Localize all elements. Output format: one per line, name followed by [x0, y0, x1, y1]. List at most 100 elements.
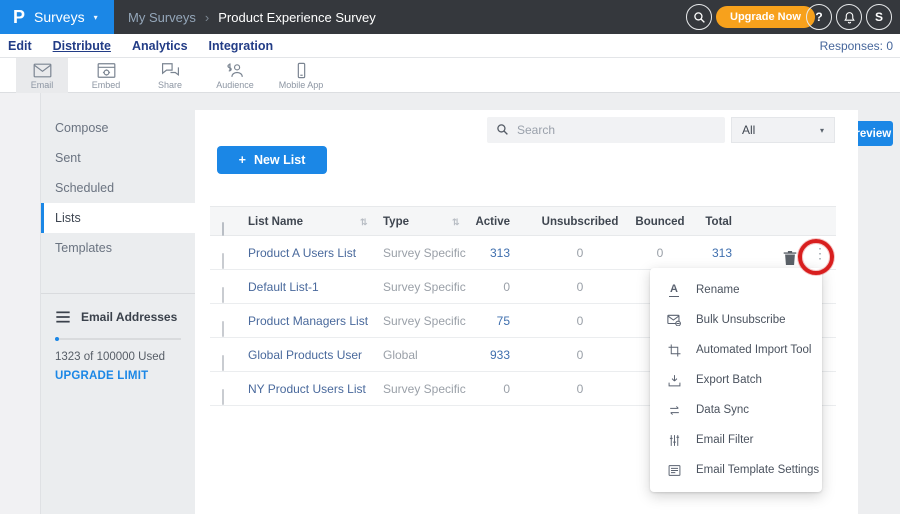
toolbar-tab-share[interactable]: Share	[144, 58, 196, 93]
annotation-red-circle	[798, 239, 834, 275]
unsubscribed-count: 0	[540, 304, 620, 338]
new-list-button[interactable]: + New List	[217, 146, 327, 174]
tab-edit[interactable]: Edit	[8, 39, 32, 53]
share-icon	[161, 62, 180, 79]
col-list-name[interactable]: List Name	[248, 207, 303, 237]
active-count: 0	[430, 372, 510, 406]
toolbar-tab-mobile-app[interactable]: Mobile App	[271, 58, 331, 93]
menu-item-email-filter[interactable]: Email Filter	[650, 425, 822, 455]
email-usage-progress-fill	[55, 337, 59, 341]
tab-distribute[interactable]: Distribute	[53, 39, 111, 53]
email-usage-text: 1323 of 100000 Used	[55, 351, 181, 363]
active-count[interactable]: 933	[430, 338, 510, 372]
col-total: Total	[672, 207, 732, 237]
email-usage-progress	[55, 338, 181, 340]
search-input[interactable]	[487, 117, 725, 143]
col-active: Active	[430, 207, 510, 237]
row-checkbox[interactable]	[222, 355, 224, 371]
menu-item-bulk-unsubscribe[interactable]: Bulk Unsubscribe	[650, 305, 822, 335]
list-name-link[interactable]: Product A Users List	[248, 236, 356, 270]
menu-item-label: Automated Import Tool	[696, 344, 812, 356]
search-button[interactable]	[686, 4, 712, 30]
row-actions-context-menu: A Rename Bulk Unsubscribe Automated Impo…	[650, 268, 822, 492]
col-type[interactable]: Type	[383, 207, 409, 237]
email-addresses-title: Email Addresses	[81, 310, 177, 324]
toolbar-tab-label: Share	[158, 80, 182, 90]
trash-icon	[783, 250, 797, 266]
breadcrumb-my-surveys[interactable]: My Surveys	[128, 10, 196, 25]
sidebar-item-lists[interactable]: Lists	[41, 203, 195, 233]
menu-item-rename[interactable]: A Rename	[650, 275, 822, 305]
total-count: 313	[672, 236, 732, 270]
row-checkbox[interactable]	[222, 287, 224, 303]
sidebar-item-compose[interactable]: Compose	[41, 113, 195, 143]
upgrade-now-button[interactable]: Upgrade Now	[716, 6, 815, 28]
toolbar-tab-label: Mobile App	[279, 80, 324, 90]
unsubscribed-count: 0	[540, 372, 620, 406]
surveys-product-menu[interactable]: P Surveys ▾	[0, 0, 114, 34]
col-unsubscribed: Unsubscribed	[540, 207, 620, 237]
download-icon	[666, 374, 682, 387]
sort-icon[interactable]: ⇅	[360, 207, 368, 237]
mobile-app-icon	[292, 62, 311, 79]
toolbar-tab-audience[interactable]: Audience	[209, 58, 261, 93]
row-checkbox[interactable]	[222, 389, 224, 405]
filter-sliders-icon	[666, 434, 682, 447]
menu-item-label: Email Template Settings	[696, 464, 819, 476]
sidebar-item-scheduled[interactable]: Scheduled	[41, 173, 195, 203]
tab-integration[interactable]: Integration	[209, 39, 274, 53]
select-all-checkbox[interactable]	[222, 222, 224, 236]
notifications-button[interactable]	[836, 4, 862, 30]
table-header: List Name ⇅ Type ⇅ Active Unsubscribed B…	[210, 206, 836, 236]
menu-item-data-sync[interactable]: Data Sync	[650, 395, 822, 425]
search-icon	[693, 11, 706, 24]
bell-icon	[843, 11, 856, 24]
app-window: P Surveys ▾ My Surveys › Product Experie…	[0, 0, 900, 514]
sidebar-item-templates[interactable]: Templates	[41, 233, 195, 263]
help-button[interactable]: ?	[806, 4, 832, 30]
toolbar-tab-label: Embed	[92, 80, 121, 90]
rename-icon: A	[666, 284, 682, 297]
unsubscribed-count: 0	[540, 270, 620, 304]
bulk-unsubscribe-icon	[666, 314, 682, 326]
avatar-initial: S	[875, 10, 883, 24]
questionpro-logo: P	[13, 7, 25, 28]
filter-selected-value: All	[742, 123, 755, 137]
embed-icon	[97, 62, 116, 79]
left-gutter	[0, 93, 41, 514]
menu-item-email-template-settings[interactable]: Email Template Settings	[650, 455, 822, 485]
question-mark-icon: ?	[815, 10, 822, 24]
responses-count[interactable]: Responses: 0	[820, 34, 893, 58]
active-count[interactable]: 75	[430, 304, 510, 338]
survey-nav: Edit Distribute Analytics Integration Re…	[0, 34, 900, 58]
menu-item-label: Email Filter	[696, 434, 754, 446]
user-avatar[interactable]: S	[866, 4, 892, 30]
new-list-label: New List	[254, 153, 305, 167]
list-name-link[interactable]: Global Products User	[248, 338, 362, 372]
menu-item-automated-import-tool[interactable]: Automated Import Tool	[650, 335, 822, 365]
list-name-link[interactable]: Default List-1	[248, 270, 319, 304]
menu-item-export-batch[interactable]: Export Batch	[650, 365, 822, 395]
active-count[interactable]: 313	[430, 236, 510, 270]
breadcrumb-separator: ›	[205, 10, 209, 25]
active-count: 0	[430, 270, 510, 304]
list-name-link[interactable]: NY Product Users List	[248, 372, 366, 406]
tab-analytics[interactable]: Analytics	[132, 39, 188, 53]
sync-icon	[666, 404, 682, 417]
sidebar-item-sent[interactable]: Sent	[41, 143, 195, 173]
list-filter-dropdown[interactable]: All ▾	[731, 117, 835, 143]
toolbar-tab-embed[interactable]: Embed	[80, 58, 132, 93]
toolbar-tab-email[interactable]: Email	[16, 58, 68, 93]
email-icon	[33, 62, 52, 79]
unsubscribed-count: 0	[540, 236, 620, 270]
list-name-link[interactable]: Product Managers List	[248, 304, 368, 338]
row-checkbox[interactable]	[222, 253, 224, 269]
distribute-toolbar: Email Embed Share Audience Mobile App ht…	[0, 58, 900, 93]
chevron-down-icon: ▾	[94, 13, 98, 22]
list-search	[487, 117, 725, 143]
breadcrumb: My Surveys › Product Experience Survey	[128, 0, 376, 34]
upgrade-limit-link[interactable]: UPGRADE LIMIT	[55, 370, 181, 382]
row-checkbox[interactable]	[222, 321, 224, 337]
search-icon	[496, 123, 509, 136]
toolbar-tab-label: Audience	[216, 80, 254, 90]
